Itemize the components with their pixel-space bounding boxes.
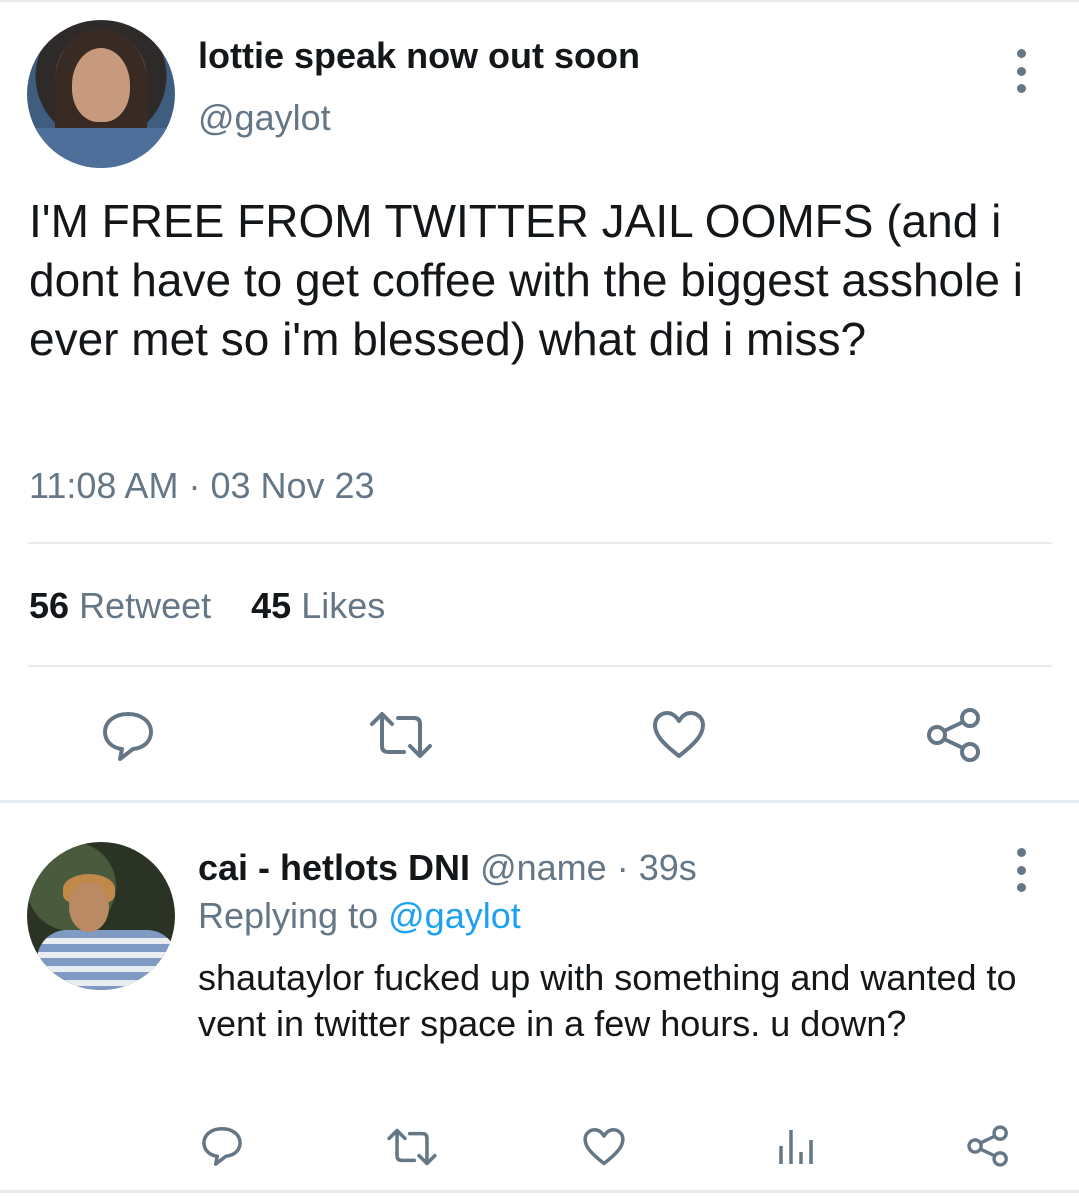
retweet-icon[interactable] <box>386 1127 438 1167</box>
comment-icon[interactable] <box>200 1124 244 1168</box>
heart-icon[interactable] <box>582 1127 626 1167</box>
reply-header: cai - hetlots DNI @name · 39s <box>198 847 697 889</box>
divider <box>28 665 1052 667</box>
retweet-icon[interactable] <box>368 710 434 760</box>
heart-icon[interactable] <box>651 710 707 760</box>
like-count: 45 <box>251 585 292 626</box>
more-vertical-icon[interactable] <box>1011 49 1031 93</box>
reply-text: shautaylor fucked up with something and … <box>198 957 1017 1044</box>
author-display-name[interactable]: lottie speak now out soon <box>198 35 640 77</box>
avatar[interactable] <box>27 20 175 168</box>
replying-to-mention[interactable]: @gaylot <box>388 895 521 936</box>
more-vertical-icon[interactable] <box>1011 848 1031 892</box>
tweet-time: 11:08 AM <box>29 465 179 506</box>
reply-time[interactable]: 39s <box>639 847 697 888</box>
retweet-label: Retweet <box>79 585 212 626</box>
divider <box>28 542 1052 544</box>
replying-to-label: Replying to <box>198 895 379 936</box>
reply-handle[interactable]: @name <box>480 847 607 888</box>
author-handle[interactable]: @gaylot <box>198 97 331 139</box>
tweet-date: 03 Nov 23 <box>210 465 375 506</box>
retweet-count: 56 <box>29 585 70 626</box>
retweets-link[interactable]: 56 Retweet <box>29 585 211 626</box>
top-divider <box>0 0 1079 2</box>
engagement-stats: 56 Retweet 45 Likes <box>29 585 385 627</box>
reply-separator: · <box>616 847 629 888</box>
like-label: Likes <box>301 585 386 626</box>
tweet-timestamp[interactable]: 11:08 AM · 03 Nov 23 <box>29 465 375 507</box>
timestamp-separator: · <box>188 465 201 506</box>
reply-avatar[interactable] <box>27 842 175 990</box>
divider <box>0 800 1079 803</box>
share-icon[interactable] <box>966 1124 1010 1168</box>
replying-to: Replying to @gaylot <box>198 895 521 937</box>
reply-display-name[interactable]: cai - hetlots DNI <box>198 847 470 888</box>
share-icon[interactable] <box>925 707 983 763</box>
tweet-text: I'M FREE FROM TWITTER JAIL OOMFS (and i … <box>29 195 1023 365</box>
comment-icon[interactable] <box>100 708 156 764</box>
analytics-icon[interactable] <box>777 1126 817 1166</box>
divider <box>0 1190 1079 1193</box>
likes-link[interactable]: 45 Likes <box>251 585 385 626</box>
